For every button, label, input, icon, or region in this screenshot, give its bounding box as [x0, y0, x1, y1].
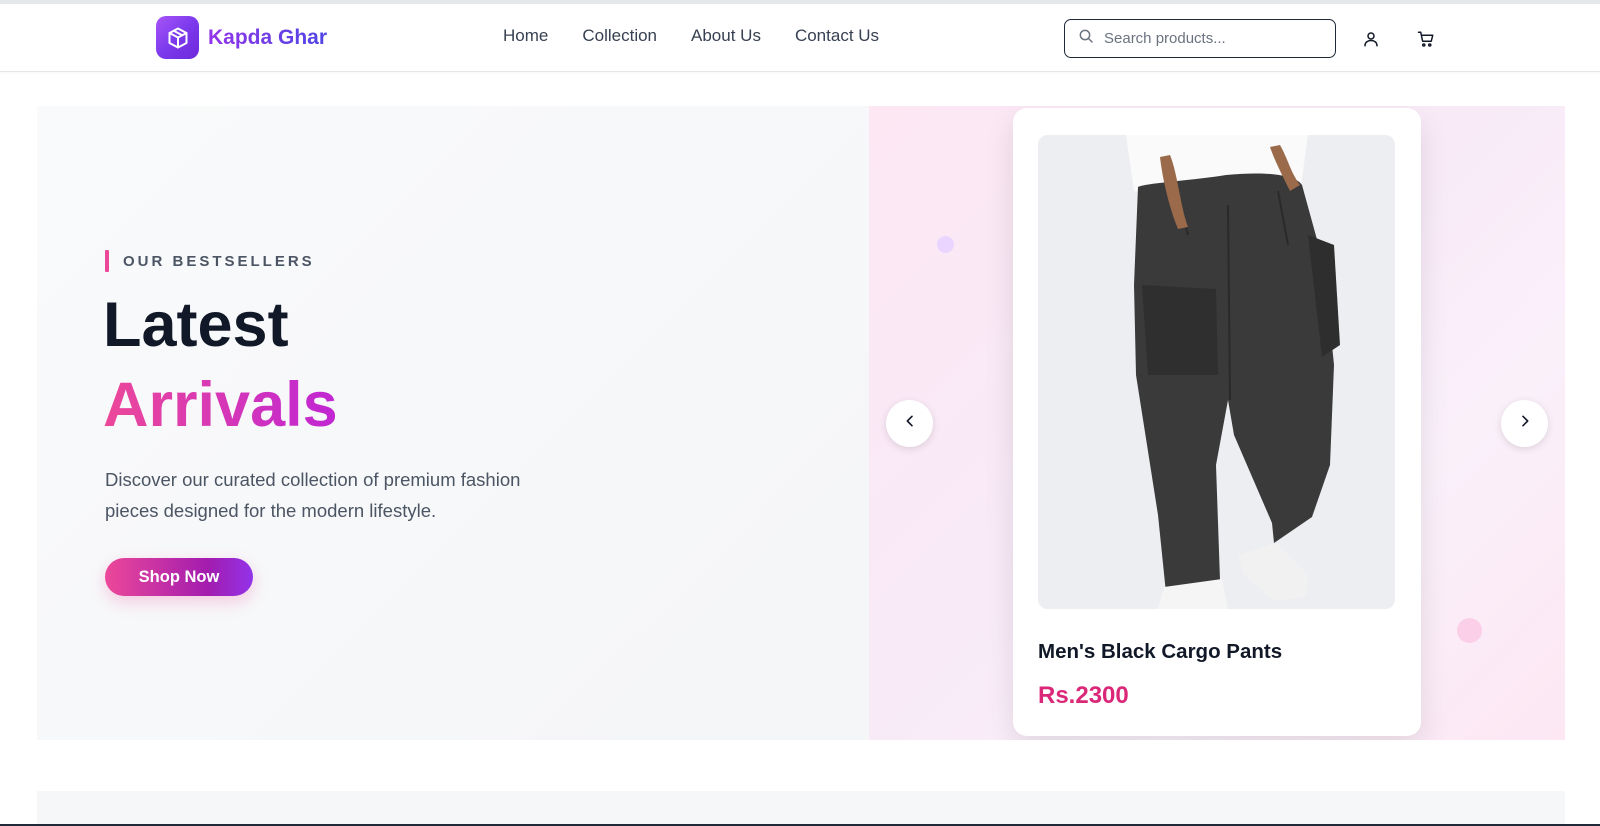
chevron-left-icon — [902, 413, 918, 434]
site-header: Kapda Ghar Home Collection About Us Cont… — [0, 4, 1600, 72]
nav-collection[interactable]: Collection — [582, 26, 657, 46]
shop-now-button[interactable]: Shop Now — [105, 558, 253, 596]
box-icon — [156, 16, 199, 59]
hero-section: OUR BESTSELLERS Latest Arrivals Discover… — [37, 106, 1565, 740]
nav-contact-us[interactable]: Contact Us — [795, 26, 879, 46]
decorative-dot — [1457, 618, 1482, 643]
product-price: Rs.2300 — [1038, 682, 1129, 709]
search-input[interactable] — [1104, 30, 1304, 47]
eyebrow-text: OUR BESTSELLERS — [123, 252, 315, 270]
decorative-dot — [937, 236, 954, 253]
next-section-edge — [37, 791, 1565, 826]
user-icon[interactable] — [1360, 28, 1382, 50]
chevron-right-icon — [1517, 413, 1533, 434]
hero-title-line1: Latest — [103, 290, 289, 360]
hero-eyebrow: OUR BESTSELLERS — [105, 250, 315, 272]
product-card[interactable]: Men's Black Cargo Pants Rs.2300 — [1013, 108, 1421, 736]
hero-description: Discover our curated collection of premi… — [105, 469, 521, 521]
nav-about-us[interactable]: About Us — [691, 26, 761, 46]
main-nav: Home Collection About Us Contact Us — [503, 26, 879, 46]
search-icon — [1078, 28, 1094, 49]
black-cargo-pants-image[interactable] — [1038, 135, 1395, 609]
product-name[interactable]: Men's Black Cargo Pants — [1038, 640, 1282, 664]
carousel-next-button[interactable] — [1501, 400, 1548, 447]
brand-logo[interactable]: Kapda Ghar — [156, 16, 327, 59]
cart-icon[interactable] — [1415, 28, 1437, 50]
brand-name: Kapda Ghar — [208, 25, 328, 49]
carousel-prev-button[interactable] — [886, 400, 933, 447]
search-box — [1064, 19, 1336, 58]
hero-title-line2: Arrivals — [103, 370, 338, 440]
eyebrow-accent-bar — [105, 250, 109, 272]
nav-home[interactable]: Home — [503, 26, 548, 46]
